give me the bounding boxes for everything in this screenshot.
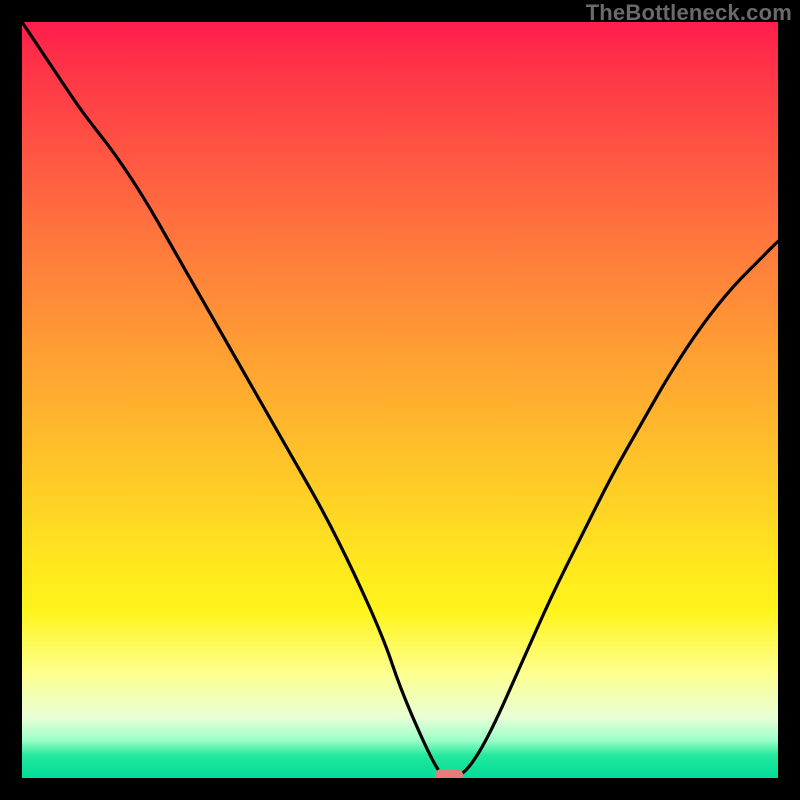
bottleneck-curve	[22, 22, 778, 778]
chart-frame: TheBottleneck.com	[0, 0, 800, 800]
bottleneck-chart	[22, 22, 778, 778]
optimum-marker	[435, 769, 463, 778]
plot-area	[22, 22, 778, 778]
